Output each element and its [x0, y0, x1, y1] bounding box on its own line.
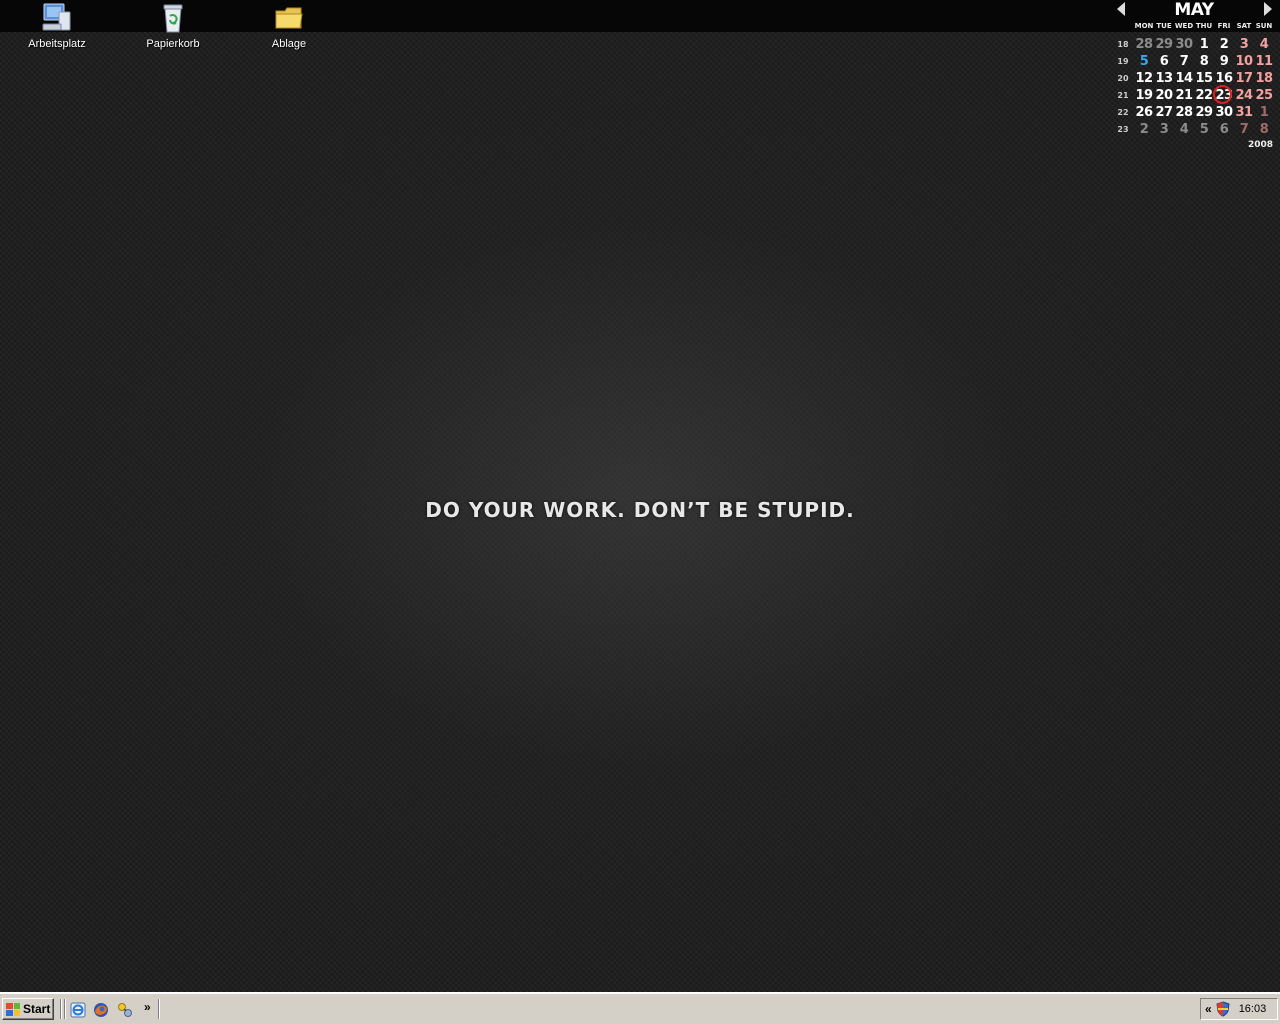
system-tray: « 16:03 [1200, 998, 1278, 1020]
calendar-day[interactable]: 3 [1234, 36, 1254, 53]
calendar-day[interactable]: 5 [1134, 53, 1154, 70]
week-number: 23 [1117, 125, 1129, 134]
calendar-day[interactable]: 29 [1154, 36, 1174, 53]
windows-flag-icon [6, 1002, 20, 1016]
calendar-day[interactable]: 2 [1214, 36, 1234, 53]
start-button[interactable]: Start [2, 998, 54, 1020]
network-icon[interactable] [117, 1002, 133, 1018]
week-number: 22 [1117, 108, 1129, 117]
calendar-day[interactable]: 17 [1234, 70, 1254, 87]
tray-clock[interactable]: 16:03 [1239, 1003, 1267, 1015]
calendar-week-row: 21 19 20 21 22 23 24 25 [1112, 85, 1274, 104]
calendar-day[interactable]: 26 [1134, 104, 1154, 121]
weekday-label: MON [1134, 22, 1154, 30]
security-shield-icon[interactable] [1215, 1001, 1231, 1017]
calendar-day[interactable]: 24 [1234, 87, 1254, 104]
tray-expand-button[interactable]: « [1205, 1002, 1212, 1016]
calendar-day[interactable]: 7 [1234, 121, 1254, 138]
weekday-label: SUN [1255, 22, 1273, 30]
calendar-day[interactable]: 6 [1154, 53, 1174, 70]
calendar-day-today[interactable]: 23 [1213, 85, 1234, 104]
calendar-prev-month-button[interactable] [1117, 2, 1125, 16]
calendar-week-row: 23 2 3 4 5 6 7 8 [1112, 121, 1274, 138]
calendar-day[interactable]: 4 [1254, 36, 1274, 53]
desktop-icon-label: Arbeitsplatz [28, 38, 86, 50]
calendar-day[interactable]: 11 [1254, 53, 1274, 70]
calendar-day[interactable]: 30 [1174, 36, 1194, 53]
calendar-day[interactable]: 31 [1234, 104, 1254, 121]
my-computer-icon [42, 3, 71, 31]
calendar-day[interactable]: 18 [1254, 70, 1274, 87]
desktop-icon-label: Papierkorb [146, 38, 200, 50]
taskbar-separator [64, 999, 66, 1019]
calendar-day[interactable]: 27 [1154, 104, 1174, 121]
calendar-month: MAY [1174, 0, 1214, 20]
calendar-week-row: 20 12 13 14 15 16 17 18 [1112, 70, 1274, 87]
calendar-day[interactable]: 15 [1194, 70, 1214, 87]
calendar-day[interactable]: 3 [1154, 121, 1174, 138]
desktop-icon-papierkorb[interactable]: Papierkorb [128, 2, 218, 51]
calendar-day[interactable]: 19 [1134, 87, 1154, 104]
calendar-day[interactable]: 29 [1194, 104, 1214, 121]
week-number: 18 [1117, 40, 1129, 49]
calendar-day[interactable]: 22 [1194, 87, 1214, 104]
desktop-icon-label: Ablage [271, 38, 307, 50]
weekday-label: WED [1174, 22, 1194, 30]
calendar-week-row: 19 5 6 7 8 9 10 11 [1112, 53, 1274, 70]
calendar-day[interactable]: 28 [1174, 104, 1194, 121]
calendar-day[interactable]: 13 [1154, 70, 1174, 87]
calendar-day[interactable]: 10 [1234, 53, 1254, 70]
calendar-day[interactable]: 25 [1254, 87, 1274, 104]
weekday-label: FRI [1217, 22, 1231, 30]
weekday-label: SAT [1236, 22, 1252, 30]
calendar-day[interactable]: 14 [1174, 70, 1194, 87]
folder-icon [275, 7, 303, 29]
desktop-icon-ablage[interactable]: Ablage [244, 2, 334, 51]
taskbar: Start » « 16:03 [0, 992, 1280, 1024]
firefox-icon[interactable] [93, 1002, 109, 1018]
calendar-day[interactable]: 30 [1214, 104, 1234, 121]
ie-icon[interactable] [70, 1002, 86, 1018]
recycle-bin-icon [163, 4, 183, 33]
calendar-day[interactable]: 28 [1134, 36, 1154, 53]
calendar-day[interactable]: 5 [1194, 121, 1214, 138]
calendar-year: 2008 [1248, 140, 1274, 150]
calendar-day[interactable]: 9 [1214, 53, 1234, 70]
calendar-weekday-header: MON TUE WED THU FRI SAT SUN [1134, 22, 1274, 30]
week-number: 20 [1117, 74, 1129, 83]
calendar-day[interactable]: 6 [1214, 121, 1234, 138]
taskbar-separator [60, 999, 62, 1019]
week-number: 21 [1117, 91, 1129, 100]
start-label: Start [23, 1002, 51, 1016]
weekday-label: THU [1195, 22, 1213, 30]
weekday-label: TUE [1156, 22, 1172, 30]
calendar-day[interactable]: 1 [1254, 104, 1274, 121]
desktop: Arbeitsplatz Papierkorb Ablage MAY MON T… [0, 0, 1280, 992]
taskbar-separator [158, 999, 160, 1019]
calendar-week-row: 18 28 29 30 1 2 3 4 [1112, 36, 1274, 53]
calendar-day[interactable]: 20 [1154, 87, 1174, 104]
calendar-week-row: 22 26 27 28 29 30 31 1 [1112, 104, 1274, 121]
calendar-day[interactable]: 1 [1194, 36, 1214, 53]
week-number: 19 [1117, 57, 1129, 66]
calendar-day[interactable]: 2 [1134, 121, 1154, 138]
calendar-next-month-button[interactable] [1264, 2, 1272, 16]
calendar-day[interactable]: 12 [1134, 70, 1154, 87]
wallpaper-slogan: DO YOUR WORK. DON’T BE STUPID. [425, 498, 855, 522]
calendar-day[interactable]: 21 [1174, 87, 1194, 104]
quick-launch-more-button[interactable]: » [144, 1000, 151, 1014]
calendar-day[interactable]: 4 [1174, 121, 1194, 138]
desktop-icon-arbeitsplatz[interactable]: Arbeitsplatz [12, 2, 102, 51]
calendar-day[interactable]: 7 [1174, 53, 1194, 70]
calendar-day[interactable]: 8 [1194, 53, 1214, 70]
calendar-day[interactable]: 8 [1254, 121, 1274, 138]
calendar-widget: MAY MON TUE WED THU FRI SAT SUN 18 28 29… [1112, 0, 1280, 155]
